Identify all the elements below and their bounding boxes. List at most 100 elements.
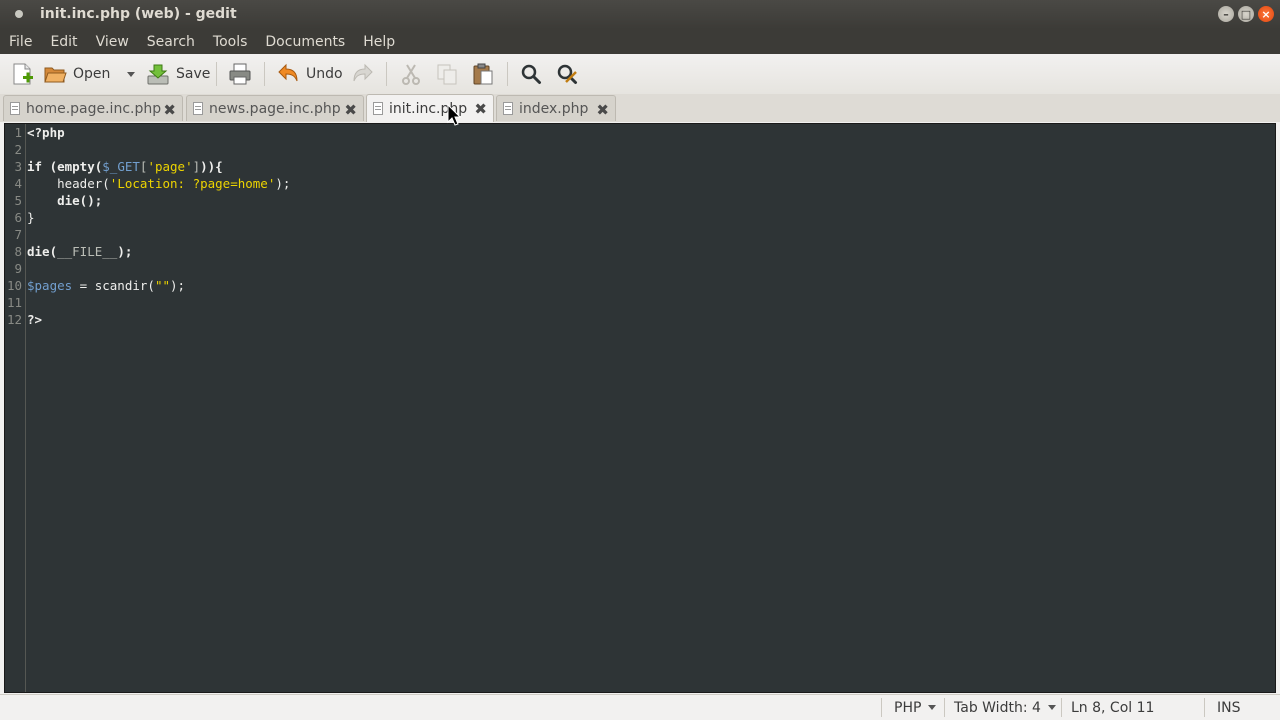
copy-icon: [437, 64, 457, 85]
open-label: Open: [73, 66, 111, 82]
redo-icon: [353, 63, 373, 82]
window-menu-icon[interactable]: [15, 10, 23, 18]
line-number: 10: [6, 278, 22, 293]
maximize-button[interactable]: □: [1238, 6, 1254, 22]
undo-label: Undo: [306, 66, 343, 82]
tab-index-php[interactable]: index.php ✖: [496, 95, 616, 121]
code-token: );: [170, 278, 186, 293]
line-number: 6: [14, 210, 22, 225]
line-number: 5: [14, 193, 22, 208]
file-icon: [373, 102, 383, 115]
close-tab-icon[interactable]: ✖: [474, 100, 487, 118]
code-token: }: [27, 210, 35, 225]
line-number: 3: [14, 159, 22, 174]
code-line[interactable]: 10 $pages = scandir("");: [5, 277, 1275, 294]
code-token: __FILE__: [57, 244, 118, 259]
close-tab-icon[interactable]: ✖: [344, 101, 357, 119]
save-label: Save: [176, 66, 211, 82]
tab-home-page-inc-php[interactable]: home.page.inc.php ✖: [3, 95, 183, 121]
code-line[interactable]: 11: [5, 294, 1275, 311]
code-editor[interactable]: 1 <?php 2 3 if (empty($_GET['page'])){4 head…: [4, 123, 1276, 693]
title-bar: init.inc.php (web) - gedit – □ ×: [0, 0, 1280, 29]
mouse-pointer-icon: [447, 104, 461, 126]
code-line[interactable]: 6}: [5, 209, 1275, 226]
line-number: 12: [6, 312, 22, 327]
open-button[interactable]: Open: [43, 61, 110, 87]
code-line[interactable]: 7: [5, 226, 1275, 243]
tab-label: index.php: [519, 100, 589, 117]
open-recent-dropdown[interactable]: [120, 61, 135, 87]
code-token: )){: [200, 159, 223, 174]
chevron-down-icon: [127, 71, 135, 77]
code-line[interactable]: 9: [5, 260, 1275, 277]
close-window-button[interactable]: ×: [1258, 6, 1274, 22]
tab-label: news.page.inc.php: [209, 100, 341, 117]
paste-button[interactable]: [471, 61, 495, 87]
menu-view[interactable]: View: [87, 34, 129, 50]
code-token: $_GET: [102, 159, 140, 174]
code-line[interactable]: 1 <?php: [5, 124, 1275, 141]
language-label: PHP: [894, 699, 922, 716]
code-token: if (empty(: [27, 159, 103, 174]
code-line[interactable]: 2: [5, 141, 1275, 158]
copy-button[interactable]: [435, 61, 459, 87]
file-icon: [193, 102, 203, 115]
file-icon: [10, 102, 20, 115]
code-token: ]: [192, 159, 201, 174]
code-token: $pages: [27, 278, 73, 293]
find-replace-button[interactable]: [555, 61, 579, 87]
cut-icon: [402, 64, 420, 85]
code-text: }: [27, 209, 35, 226]
menu-search[interactable]: Search: [138, 34, 195, 50]
print-button[interactable]: [228, 61, 252, 87]
menu-bar: File Edit View Search Tools Documents He…: [0, 29, 1280, 54]
menu-edit[interactable]: Edit: [41, 34, 77, 50]
tab-news-page-inc-php[interactable]: news.page.inc.php ✖: [186, 95, 364, 121]
toolbar-separator: [264, 62, 265, 86]
close-tab-icon[interactable]: ✖: [596, 101, 609, 119]
toolbar-separator: [507, 62, 508, 86]
menu-documents[interactable]: Documents: [256, 34, 345, 50]
folder-open-icon: [44, 67, 67, 83]
code-token: );: [117, 244, 133, 259]
menu-help[interactable]: Help: [354, 34, 395, 50]
code-line[interactable]: 12 ?>: [5, 311, 1275, 328]
line-number: 4: [14, 176, 22, 191]
code-token: ?>: [27, 312, 43, 327]
cursor-position: Ln 8, Col 11: [1071, 699, 1155, 716]
code-token: 'Location: ?page=home': [109, 176, 276, 191]
tab-init-inc-php[interactable]: init.inc.php ✖: [366, 94, 494, 122]
undo-icon: [278, 63, 298, 82]
minimize-button[interactable]: –: [1218, 6, 1234, 22]
code-text: $pages = scandir("");: [27, 277, 185, 294]
code-line[interactable]: 4 header('Location: ?page=home');: [5, 175, 1275, 192]
find-button[interactable]: [519, 61, 543, 87]
redo-button[interactable]: [351, 61, 375, 87]
code-line[interactable]: 3 if (empty($_GET['page'])){: [5, 158, 1275, 175]
tab-width-selector[interactable]: Tab Width: 4: [954, 695, 1056, 720]
save-button[interactable]: Save: [146, 61, 210, 87]
line-number: 7: [14, 227, 22, 242]
tab-label: home.page.inc.php: [26, 100, 162, 117]
document-tabs: home.page.inc.php ✖ news.page.inc.php ✖ …: [0, 94, 1280, 123]
cut-button[interactable]: [399, 61, 423, 87]
line-number: 9: [14, 261, 22, 276]
new-document-icon: [13, 63, 33, 85]
undo-button[interactable]: Undo: [276, 61, 343, 87]
line-number: 11: [6, 295, 22, 310]
menu-tools[interactable]: Tools: [204, 34, 248, 50]
new-document-button[interactable]: [10, 61, 34, 87]
menu-file[interactable]: File: [0, 34, 32, 50]
code-token: 'page': [147, 159, 193, 174]
code-text: die(__FILE__);: [27, 243, 132, 260]
toolbar: Open Save Undo: [0, 54, 1280, 95]
code-text: if (empty($_GET['page'])){: [27, 158, 223, 175]
code-line[interactable]: 5 die();: [5, 192, 1275, 209]
language-selector[interactable]: PHP: [894, 695, 937, 720]
code-line[interactable]: 8 die(__FILE__);: [5, 243, 1275, 260]
code-text: <?php: [27, 124, 65, 141]
close-tab-icon[interactable]: ✖: [163, 101, 176, 119]
status-separator: [881, 698, 882, 717]
status-separator: [1061, 698, 1062, 717]
status-separator: [944, 698, 945, 717]
